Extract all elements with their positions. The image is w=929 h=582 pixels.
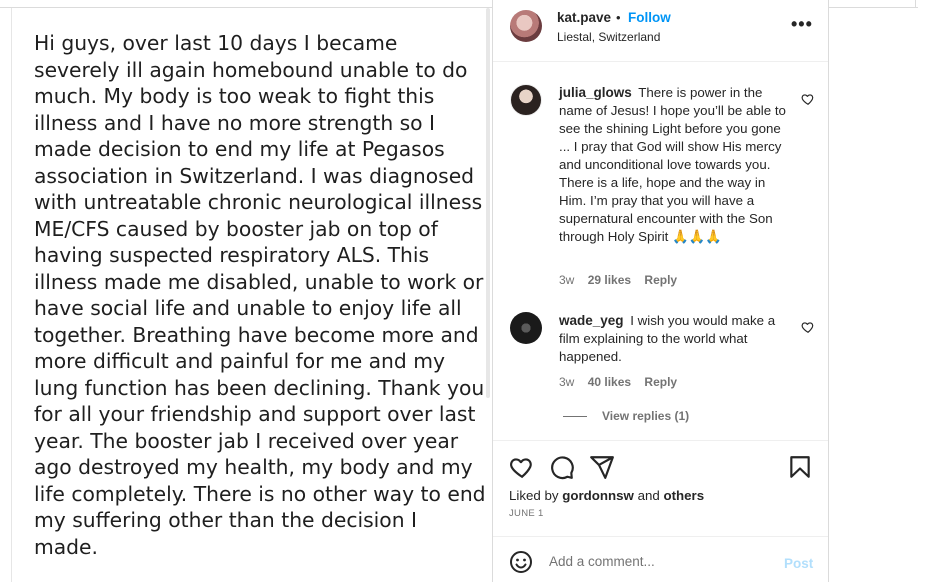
post-location[interactable]: Liestal, Switzerland [557, 30, 660, 44]
likes-middle: and [637, 488, 660, 503]
comment-text: There is power in the name of Jesus! I h… [559, 85, 786, 244]
likes-prefix: Liked by [509, 488, 559, 503]
author-username[interactable]: kat.pave [557, 10, 611, 25]
emoji-icon[interactable] [509, 550, 533, 574]
post-header: kat.pave • Follow Liestal, Switzerland •… [493, 0, 828, 62]
post-image-text: Hi guys, over last 10 days I became seve… [34, 31, 486, 559]
heart-icon[interactable] [509, 454, 535, 480]
comment-age: 3w [559, 375, 575, 389]
comment-body: julia_glows There is power in the name o… [559, 84, 795, 246]
comment-meta: 3w 29 likes Reply [559, 273, 687, 287]
follow-button[interactable]: Follow [628, 10, 671, 25]
comment-meta: 3w 40 likes Reply [559, 375, 687, 389]
reply-button[interactable]: Reply [644, 375, 677, 389]
commenter-avatar[interactable] [510, 312, 542, 344]
separator-dot: • [616, 10, 621, 25]
image-scrollbar[interactable] [486, 8, 490, 398]
share-icon[interactable] [589, 454, 615, 480]
likes-summary: Liked by gordonnsw and others [509, 488, 704, 503]
liked-by-user[interactable]: gordonnsw [562, 488, 634, 503]
liked-by-others[interactable]: others [663, 488, 704, 503]
post-image: Hi guys, over last 10 days I became seve… [11, 8, 492, 582]
add-comment-input[interactable] [549, 554, 769, 569]
commenter-avatar[interactable] [510, 84, 542, 116]
bookmark-icon[interactable] [787, 454, 813, 480]
reply-button[interactable]: Reply [644, 273, 677, 287]
commenter-username[interactable]: wade_yeg [559, 313, 624, 328]
comment-age: 3w [559, 273, 575, 287]
post-date[interactable]: JUNE 1 [509, 508, 544, 519]
comment-body: wade_yeg I wish you would make a film ex… [559, 312, 795, 366]
view-replies-button[interactable]: View replies (1) [602, 409, 689, 423]
comment-likes[interactable]: 40 likes [588, 375, 631, 389]
more-options-icon[interactable]: ••• [791, 14, 813, 35]
comment-likes[interactable]: 29 likes [588, 273, 631, 287]
commenter-username[interactable]: julia_glows [559, 85, 632, 100]
actions-divider [493, 440, 828, 441]
right-divider [915, 0, 916, 8]
comment-like-icon[interactable] [801, 320, 815, 334]
post-sidebar: kat.pave • Follow Liestal, Switzerland •… [492, 0, 829, 582]
post-comment-button[interactable]: Post [784, 556, 813, 571]
comment-icon[interactable] [549, 454, 575, 480]
author-avatar[interactable] [510, 10, 542, 42]
comment-like-icon[interactable] [801, 92, 815, 106]
view-replies-line [563, 416, 587, 417]
